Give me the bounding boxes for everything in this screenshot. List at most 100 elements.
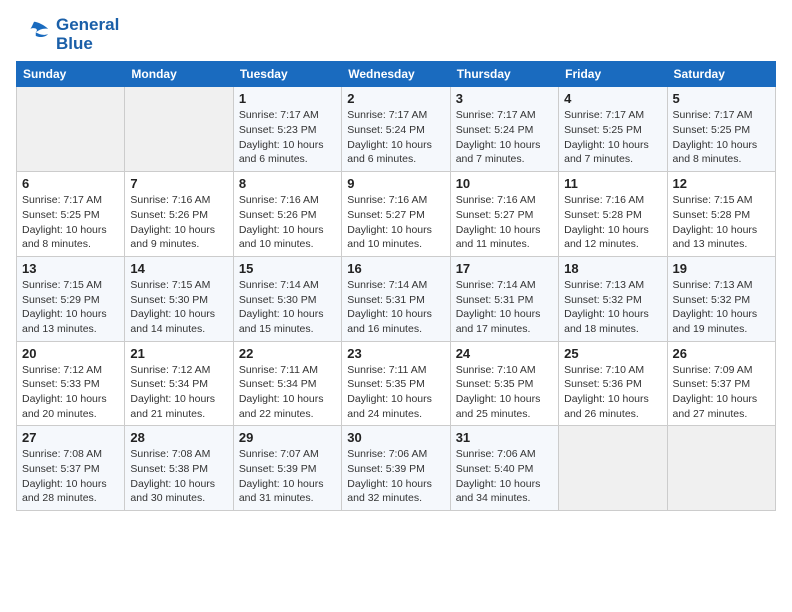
day-info: Sunrise: 7:08 AMSunset: 5:37 PMDaylight:… [22, 447, 119, 506]
weekday-header-friday: Friday [559, 62, 667, 87]
day-info: Sunrise: 7:17 AMSunset: 5:25 PMDaylight:… [673, 108, 770, 167]
day-info: Sunrise: 7:17 AMSunset: 5:25 PMDaylight:… [564, 108, 661, 167]
day-number: 21 [130, 346, 227, 361]
day-number: 24 [456, 346, 553, 361]
day-info: Sunrise: 7:14 AMSunset: 5:31 PMDaylight:… [456, 278, 553, 337]
weekday-header-tuesday: Tuesday [233, 62, 341, 87]
day-info: Sunrise: 7:13 AMSunset: 5:32 PMDaylight:… [673, 278, 770, 337]
calendar-cell: 4 Sunrise: 7:17 AMSunset: 5:25 PMDayligh… [559, 87, 667, 172]
calendar-cell: 12 Sunrise: 7:15 AMSunset: 5:28 PMDaylig… [667, 172, 775, 257]
day-number: 14 [130, 261, 227, 276]
calendar-cell: 28 Sunrise: 7:08 AMSunset: 5:38 PMDaylig… [125, 426, 233, 511]
calendar-cell: 22 Sunrise: 7:11 AMSunset: 5:34 PMDaylig… [233, 341, 341, 426]
weekday-header-wednesday: Wednesday [342, 62, 450, 87]
day-info: Sunrise: 7:16 AMSunset: 5:28 PMDaylight:… [564, 193, 661, 252]
calendar-cell: 5 Sunrise: 7:17 AMSunset: 5:25 PMDayligh… [667, 87, 775, 172]
day-info: Sunrise: 7:16 AMSunset: 5:26 PMDaylight:… [239, 193, 336, 252]
day-info: Sunrise: 7:11 AMSunset: 5:34 PMDaylight:… [239, 363, 336, 422]
weekday-header-sunday: Sunday [17, 62, 125, 87]
calendar-cell: 17 Sunrise: 7:14 AMSunset: 5:31 PMDaylig… [450, 256, 558, 341]
day-number: 1 [239, 91, 336, 106]
calendar-cell: 1 Sunrise: 7:17 AMSunset: 5:23 PMDayligh… [233, 87, 341, 172]
day-info: Sunrise: 7:16 AMSunset: 5:26 PMDaylight:… [130, 193, 227, 252]
day-number: 25 [564, 346, 661, 361]
calendar-cell: 15 Sunrise: 7:14 AMSunset: 5:30 PMDaylig… [233, 256, 341, 341]
calendar-cell: 27 Sunrise: 7:08 AMSunset: 5:37 PMDaylig… [17, 426, 125, 511]
day-info: Sunrise: 7:11 AMSunset: 5:35 PMDaylight:… [347, 363, 444, 422]
day-number: 7 [130, 176, 227, 191]
logo-icon [16, 20, 52, 50]
day-number: 22 [239, 346, 336, 361]
weekday-header-monday: Monday [125, 62, 233, 87]
day-info: Sunrise: 7:07 AMSunset: 5:39 PMDaylight:… [239, 447, 336, 506]
day-number: 18 [564, 261, 661, 276]
day-info: Sunrise: 7:15 AMSunset: 5:28 PMDaylight:… [673, 193, 770, 252]
calendar-cell: 20 Sunrise: 7:12 AMSunset: 5:33 PMDaylig… [17, 341, 125, 426]
calendar-cell: 29 Sunrise: 7:07 AMSunset: 5:39 PMDaylig… [233, 426, 341, 511]
day-info: Sunrise: 7:06 AMSunset: 5:39 PMDaylight:… [347, 447, 444, 506]
day-number: 17 [456, 261, 553, 276]
day-info: Sunrise: 7:16 AMSunset: 5:27 PMDaylight:… [456, 193, 553, 252]
day-info: Sunrise: 7:17 AMSunset: 5:24 PMDaylight:… [347, 108, 444, 167]
calendar-cell [667, 426, 775, 511]
day-info: Sunrise: 7:08 AMSunset: 5:38 PMDaylight:… [130, 447, 227, 506]
day-number: 8 [239, 176, 336, 191]
day-number: 12 [673, 176, 770, 191]
day-info: Sunrise: 7:10 AMSunset: 5:36 PMDaylight:… [564, 363, 661, 422]
calendar-cell: 7 Sunrise: 7:16 AMSunset: 5:26 PMDayligh… [125, 172, 233, 257]
day-number: 3 [456, 91, 553, 106]
day-number: 20 [22, 346, 119, 361]
day-number: 30 [347, 430, 444, 445]
day-info: Sunrise: 7:06 AMSunset: 5:40 PMDaylight:… [456, 447, 553, 506]
day-info: Sunrise: 7:13 AMSunset: 5:32 PMDaylight:… [564, 278, 661, 337]
day-info: Sunrise: 7:17 AMSunset: 5:25 PMDaylight:… [22, 193, 119, 252]
calendar-cell: 13 Sunrise: 7:15 AMSunset: 5:29 PMDaylig… [17, 256, 125, 341]
day-info: Sunrise: 7:09 AMSunset: 5:37 PMDaylight:… [673, 363, 770, 422]
day-number: 15 [239, 261, 336, 276]
calendar-cell: 8 Sunrise: 7:16 AMSunset: 5:26 PMDayligh… [233, 172, 341, 257]
calendar-cell: 26 Sunrise: 7:09 AMSunset: 5:37 PMDaylig… [667, 341, 775, 426]
logo-text: General Blue [56, 16, 119, 53]
calendar-cell [559, 426, 667, 511]
calendar-cell: 18 Sunrise: 7:13 AMSunset: 5:32 PMDaylig… [559, 256, 667, 341]
day-number: 4 [564, 91, 661, 106]
day-info: Sunrise: 7:17 AMSunset: 5:24 PMDaylight:… [456, 108, 553, 167]
calendar-cell: 19 Sunrise: 7:13 AMSunset: 5:32 PMDaylig… [667, 256, 775, 341]
day-number: 2 [347, 91, 444, 106]
day-number: 9 [347, 176, 444, 191]
day-number: 19 [673, 261, 770, 276]
calendar-cell: 10 Sunrise: 7:16 AMSunset: 5:27 PMDaylig… [450, 172, 558, 257]
calendar-cell: 25 Sunrise: 7:10 AMSunset: 5:36 PMDaylig… [559, 341, 667, 426]
day-number: 27 [22, 430, 119, 445]
day-info: Sunrise: 7:14 AMSunset: 5:30 PMDaylight:… [239, 278, 336, 337]
calendar-cell: 6 Sunrise: 7:17 AMSunset: 5:25 PMDayligh… [17, 172, 125, 257]
day-info: Sunrise: 7:15 AMSunset: 5:29 PMDaylight:… [22, 278, 119, 337]
calendar-cell: 23 Sunrise: 7:11 AMSunset: 5:35 PMDaylig… [342, 341, 450, 426]
day-info: Sunrise: 7:12 AMSunset: 5:33 PMDaylight:… [22, 363, 119, 422]
calendar-table: SundayMondayTuesdayWednesdayThursdayFrid… [16, 61, 776, 511]
day-number: 11 [564, 176, 661, 191]
calendar-cell [125, 87, 233, 172]
calendar-cell: 21 Sunrise: 7:12 AMSunset: 5:34 PMDaylig… [125, 341, 233, 426]
day-info: Sunrise: 7:16 AMSunset: 5:27 PMDaylight:… [347, 193, 444, 252]
calendar-cell [17, 87, 125, 172]
calendar-cell: 9 Sunrise: 7:16 AMSunset: 5:27 PMDayligh… [342, 172, 450, 257]
day-number: 31 [456, 430, 553, 445]
day-number: 6 [22, 176, 119, 191]
calendar-cell: 2 Sunrise: 7:17 AMSunset: 5:24 PMDayligh… [342, 87, 450, 172]
day-number: 13 [22, 261, 119, 276]
day-number: 26 [673, 346, 770, 361]
day-number: 16 [347, 261, 444, 276]
calendar-cell: 14 Sunrise: 7:15 AMSunset: 5:30 PMDaylig… [125, 256, 233, 341]
calendar-cell: 31 Sunrise: 7:06 AMSunset: 5:40 PMDaylig… [450, 426, 558, 511]
day-number: 10 [456, 176, 553, 191]
day-info: Sunrise: 7:17 AMSunset: 5:23 PMDaylight:… [239, 108, 336, 167]
day-info: Sunrise: 7:12 AMSunset: 5:34 PMDaylight:… [130, 363, 227, 422]
weekday-header-thursday: Thursday [450, 62, 558, 87]
calendar-cell: 24 Sunrise: 7:10 AMSunset: 5:35 PMDaylig… [450, 341, 558, 426]
day-info: Sunrise: 7:10 AMSunset: 5:35 PMDaylight:… [456, 363, 553, 422]
calendar-cell: 16 Sunrise: 7:14 AMSunset: 5:31 PMDaylig… [342, 256, 450, 341]
day-number: 5 [673, 91, 770, 106]
logo: General Blue [16, 16, 119, 53]
day-number: 23 [347, 346, 444, 361]
